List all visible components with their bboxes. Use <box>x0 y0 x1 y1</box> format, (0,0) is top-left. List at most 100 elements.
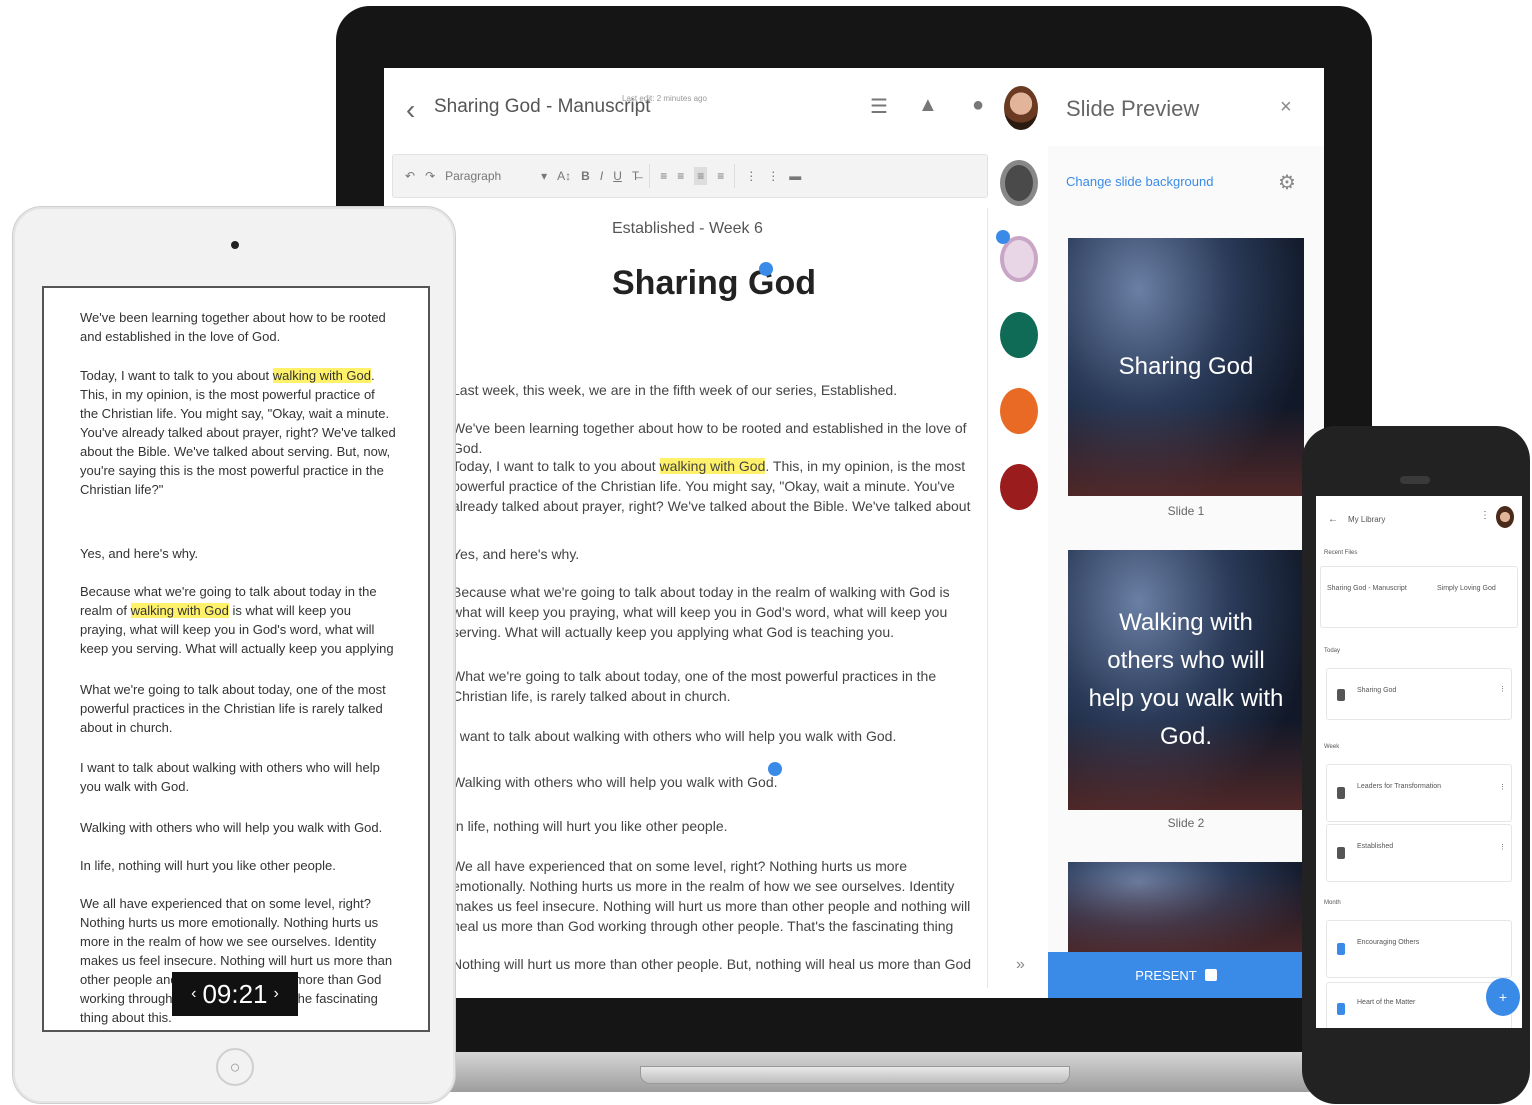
document-icon <box>1337 847 1345 859</box>
back-icon[interactable]: ← <box>1328 514 1338 525</box>
document-heading: Sharing God <box>612 264 816 302</box>
slide-text: Walking with others who will help you wa… <box>1088 609 1284 750</box>
slide-preview-title: Slide Preview <box>1066 96 1200 121</box>
italic-button[interactable]: I <box>600 169 603 183</box>
present-button[interactable]: PRESENT <box>1048 952 1304 998</box>
slide-marker-icon[interactable] <box>768 762 782 776</box>
undo-icon[interactable]: ↶ <box>405 169 415 183</box>
list-item[interactable]: Encouraging Others <box>1326 920 1512 978</box>
redo-icon[interactable]: ↷ <box>425 169 435 183</box>
numbered-list-icon[interactable]: ⋮ <box>767 169 779 183</box>
recent-files-card: Sharing God - Manuscript Simply Loving G… <box>1320 566 1518 628</box>
format-toolbar: ↶ ↷ Paragraph ▾ A↕ B I U T̶ ≡ ≡ ≡ ≡ ⋮ ⋮ … <box>392 154 988 198</box>
more-icon[interactable]: ⋮ <box>1480 510 1490 521</box>
media-icon[interactable] <box>1000 388 1038 434</box>
list-icon[interactable]: ☰ <box>870 94 888 119</box>
section-label: Today <box>1324 648 1341 654</box>
teleprompter-paragraph: I want to talk about walking with others… <box>80 760 380 794</box>
more-icon[interactable]: ⋮ <box>1499 685 1506 693</box>
notification-icon[interactable]: ● <box>972 94 984 117</box>
more-icon[interactable]: ⋮ <box>1499 843 1506 851</box>
collapse-icon[interactable]: » <box>1016 956 1025 974</box>
paragraph: We've been learning together about how t… <box>452 420 967 456</box>
profile-icon[interactable] <box>1000 160 1038 206</box>
highlighted-phrase: walking with God <box>659 458 766 474</box>
slide-marker-icon[interactable] <box>759 262 773 276</box>
align-justify-icon[interactable]: ≡ <box>717 169 724 183</box>
document-title: Sharing God - Manuscript <box>434 96 651 117</box>
teleprompter-paragraph: Because what we're going to talk about t… <box>80 584 394 656</box>
align-center-icon[interactable]: ≡ <box>677 169 684 183</box>
timer-display: ‹ 09:21 › <box>172 972 298 1016</box>
laptop-hinge <box>640 1066 1070 1084</box>
paragraph: Yes, and here's why. <box>452 546 580 562</box>
tablet-home-button[interactable]: ○ <box>216 1048 254 1086</box>
phone-header-title: My Library <box>1348 515 1386 524</box>
recent-file[interactable]: Sharing God - Manuscript <box>1327 585 1419 592</box>
timer-prev-icon[interactable]: ‹ <box>191 985 196 1003</box>
paragraph: Walking with others who will help you wa… <box>452 774 778 790</box>
paragraph-style-select[interactable]: Paragraph <box>445 169 531 183</box>
underline-button[interactable]: U <box>613 169 622 183</box>
slide-thumbnail[interactable]: Sharing God <box>1068 238 1304 496</box>
list-item-title: Leaders for Transformation <box>1357 783 1442 790</box>
list-item[interactable]: Leaders for Transformation ⋮ <box>1326 764 1512 822</box>
teleprompter-paragraph: What we're going to talk about today, on… <box>80 682 386 735</box>
add-button[interactable]: + <box>1486 978 1520 1016</box>
last-edit-status: Last edit: 2 minutes ago <box>622 94 707 103</box>
section-label: Week <box>1324 744 1340 750</box>
list-item[interactable]: Sharing God ⋮ <box>1326 668 1512 720</box>
paragraph: What we're going to talk about today, on… <box>452 668 937 704</box>
document-icon <box>1337 1003 1345 1015</box>
highlighted-phrase: walking with God <box>272 368 371 383</box>
video-icon[interactable] <box>1000 464 1038 510</box>
music-icon[interactable] <box>1000 312 1038 358</box>
list-item[interactable]: Established ⋮ <box>1326 824 1512 882</box>
toolbar-divider <box>649 164 651 188</box>
timer-next-icon[interactable]: › <box>274 985 279 1003</box>
font-size-icon[interactable]: A↕ <box>557 169 571 183</box>
list-item[interactable]: Heart of the Matter <box>1326 982 1512 1028</box>
change-background-link[interactable]: Change slide background <box>1066 174 1213 189</box>
list-item-title: Established <box>1357 843 1394 850</box>
teleprompter-paragraph: Walking with others who will help you wa… <box>80 820 383 835</box>
toolbar-divider <box>734 164 736 188</box>
avatar[interactable] <box>1004 86 1038 130</box>
clear-format-button[interactable]: T̶ <box>632 169 639 183</box>
document-icon <box>1337 787 1345 799</box>
share-icon[interactable]: ▲ <box>918 94 938 117</box>
insert-icon[interactable]: ▬ <box>789 169 801 183</box>
paragraph: Last week, this week, we are in the fift… <box>452 382 898 398</box>
highlighted-phrase: walking with God <box>130 603 229 618</box>
align-right-icon[interactable]: ≡ <box>694 167 708 185</box>
teleprompter-paragraph: We've been learning together about how t… <box>80 310 386 344</box>
series-label: Established - Week 6 <box>612 220 763 237</box>
list-item-title: Encouraging Others <box>1357 939 1420 946</box>
section-label: Recent Files <box>1324 550 1358 556</box>
back-icon[interactable]: ‹ <box>406 94 415 126</box>
teleprompter-paragraph: Today, I want to talk to you about walki… <box>80 368 396 497</box>
bold-button[interactable]: B <box>581 169 590 183</box>
avatar[interactable] <box>1496 506 1514 528</box>
chevron-down-icon[interactable]: ▾ <box>541 169 547 183</box>
present-label: PRESENT <box>1135 967 1197 983</box>
slide-thumbnail[interactable] <box>1068 862 1304 962</box>
slide-thumbnail[interactable]: Walking with others who will help you wa… <box>1068 550 1304 810</box>
bullet-list-icon[interactable]: ⋮ <box>745 169 757 183</box>
close-icon[interactable]: × <box>1280 96 1292 119</box>
gear-icon[interactable]: ⚙ <box>1278 170 1296 195</box>
manuscript-editor[interactable]: Established - Week 6 Sharing God Last we… <box>452 208 988 988</box>
list-item-title: Sharing God <box>1357 687 1397 694</box>
more-icon[interactable]: ⋮ <box>1499 783 1506 791</box>
laptop-screen: ‹ Sharing God - Manuscript Last edit: 2 … <box>384 68 1324 998</box>
slide-caption: Slide 2 <box>1167 816 1205 830</box>
present-icon <box>1204 969 1217 981</box>
app-header: ‹ Sharing God - Manuscript Last edit: 2 … <box>384 68 1324 146</box>
notification-badge <box>996 230 1010 244</box>
section-label: Month <box>1324 900 1341 906</box>
recent-file[interactable]: Simply Loving God <box>1437 585 1517 592</box>
tablet-camera <box>231 241 239 249</box>
paragraph: In life, nothing will hurt you like othe… <box>452 818 728 834</box>
tool-rail <box>1000 160 1038 580</box>
align-left-icon[interactable]: ≡ <box>660 169 667 183</box>
